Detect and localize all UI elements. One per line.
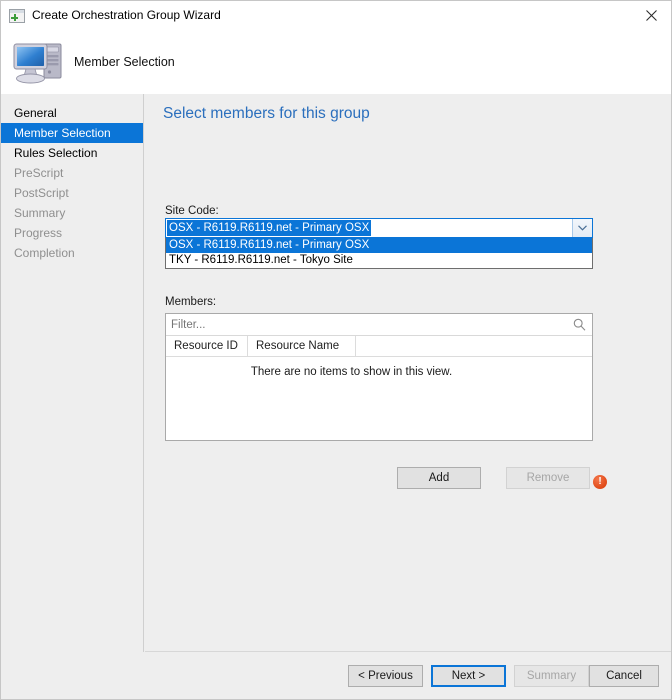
sidebar-item-member-selection[interactable]: Member Selection [1,123,143,143]
wizard-window-plus-icon [9,8,25,23]
sidebar-item-completion: Completion [14,246,75,260]
filter-input[interactable] [171,318,561,331]
wizard-step-sidebar: General Member Selection Rules Selection… [1,94,144,699]
chevron-down-icon[interactable] [572,219,592,237]
site-code-option-tky[interactable]: TKY - R6119.R6119.net - Tokyo Site [166,253,592,268]
wizard-window: Create Orchestration Group Wizard Member… [0,0,672,700]
next-button[interactable]: Next > [431,665,506,687]
sidebar-item-summary: Summary [14,206,66,220]
empty-list-message: There are no items to show in this view. [250,366,453,378]
computer-icon [11,36,67,88]
window-title: Create Orchestration Group Wizard [32,8,221,22]
remove-button: Remove [506,467,590,489]
error-glyph: ! [598,476,602,487]
site-code-option-osx[interactable]: OSX - R6119.R6119.net - Primary OSX [166,238,592,253]
wizard-footer: < Previous Next > Summary Cancel [1,652,671,699]
column-header-resource-id[interactable]: Resource ID [166,336,248,356]
site-code-label: Site Code: [165,205,219,217]
main-pane: Select members for this group Site Code:… [145,94,671,699]
previous-button[interactable]: < Previous [348,665,423,687]
wizard-banner: Member Selection [1,30,671,94]
site-code-combobox[interactable]: OSX - R6119.R6119.net - Primary OSX [165,218,593,238]
search-icon[interactable] [573,318,586,334]
summary-button: Summary [514,665,589,687]
page-heading: Select members for this group [163,105,370,122]
column-header-resource-name[interactable]: Resource Name [248,336,356,356]
close-icon[interactable] [629,1,671,30]
wizard-content: General Member Selection Rules Selection… [1,94,671,699]
members-label: Members: [165,296,217,308]
filter-row [166,314,592,336]
sidebar-item-rules-selection[interactable]: Rules Selection [1,143,143,163]
members-table-header: Resource ID Resource Name [166,336,592,357]
sidebar-item-general[interactable]: General [1,103,143,123]
page-title: Member Selection [74,55,175,69]
cancel-button[interactable]: Cancel [589,665,659,687]
error-exclamation-icon: ! [593,475,607,489]
title-bar: Create Orchestration Group Wizard [1,1,671,30]
add-button[interactable]: Add [397,467,481,489]
sidebar-item-progress: Progress [14,226,63,240]
site-code-dropdown-list[interactable]: OSX - R6119.R6119.net - Primary OSX TKY … [165,238,593,269]
sidebar-item-postscript: PostScript [14,186,69,200]
site-code-selected-value: OSX - R6119.R6119.net - Primary OSX [167,220,372,236]
sidebar-item-prescript: PreScript [14,166,64,180]
members-list-panel: Resource ID Resource Name There are no i… [165,313,593,441]
